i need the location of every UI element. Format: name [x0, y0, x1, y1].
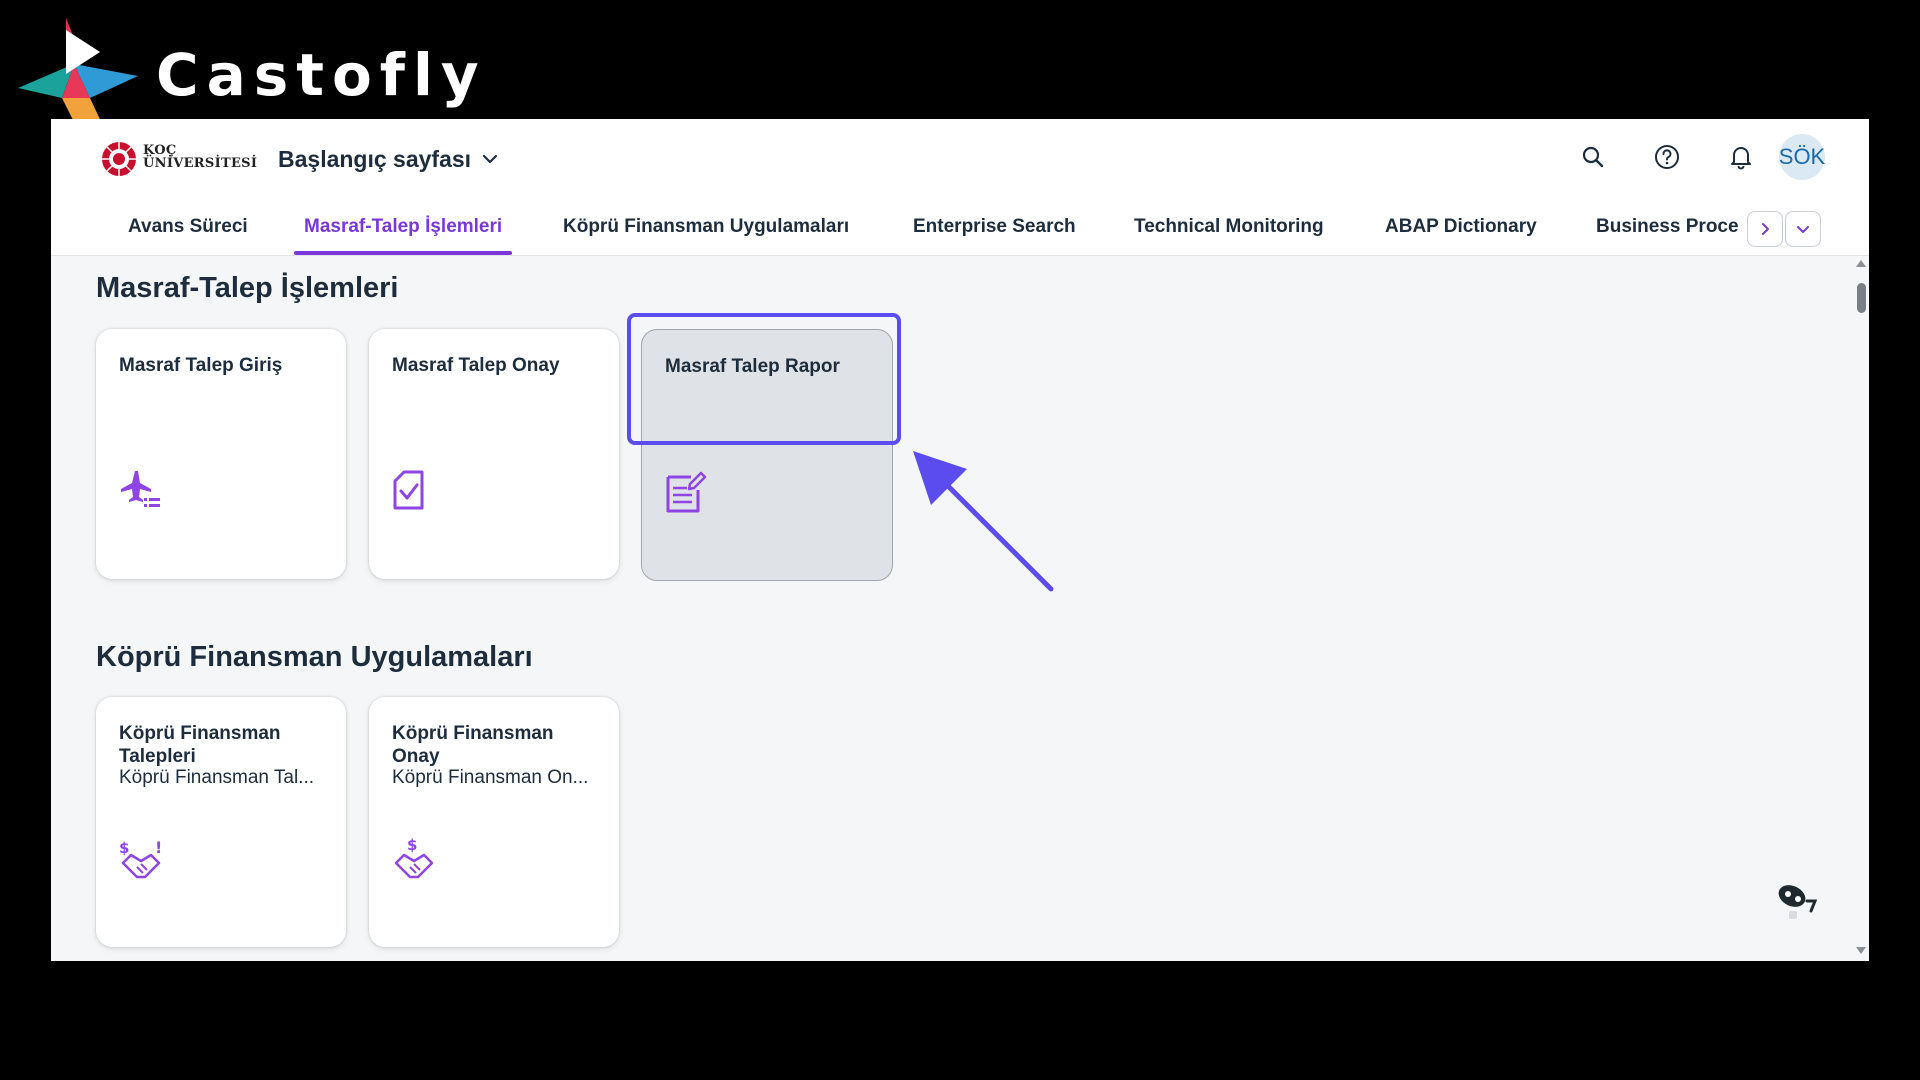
section-title-masraf: Masraf-Talep İşlemleri [96, 272, 399, 304]
svg-text:$: $ [119, 839, 129, 857]
search-button[interactable] [1569, 133, 1617, 181]
fiori-launchpad: KOÇ ÜNİVERSİTESİ Başlangıç sayfası SÖK A… [51, 119, 1869, 961]
tile-masraf-talep-onay[interactable]: Masraf Talep Onay [369, 329, 619, 579]
tab-technical-monitoring[interactable]: Technical Monitoring [1134, 199, 1324, 255]
tab-business-process[interactable]: Business Proces [1596, 199, 1738, 255]
home-page-title: Başlangıç sayfası [278, 145, 472, 172]
search-icon [1582, 146, 1604, 168]
assistant-bot-icon[interactable] [1775, 879, 1819, 923]
scroll-down-icon[interactable] [1856, 947, 1866, 954]
airplane-list-icon [121, 471, 160, 507]
tile-title: Köprü Finansman Talepleri [119, 723, 281, 767]
tab-masraf-talep-islemleri[interactable]: Masraf-Talep İşlemleri [293, 199, 513, 255]
tab-abap-dictionary[interactable]: ABAP Dictionary [1385, 199, 1537, 255]
handshake-money-icon: $ [394, 837, 434, 879]
tile-kopru-finansman-onay[interactable]: Köprü Finansman Onay Köprü Finansman On.… [369, 697, 619, 947]
chevron-right-icon [1762, 223, 1769, 235]
tab-enterprise-search[interactable]: Enterprise Search [913, 199, 1076, 255]
castofly-logo-icon [18, 18, 138, 128]
tile-subtitle: Köprü Finansman Tal... [119, 767, 315, 788]
tab-overflow-clip: Business Proces [1596, 199, 1738, 255]
tab-avans-sureci[interactable]: Avans Süreci [128, 199, 248, 255]
tab-scroll-right-button[interactable] [1747, 211, 1783, 247]
tile-title: Masraf Talep Onay [392, 355, 560, 376]
chevron-down-icon [482, 154, 498, 164]
koc-logo-line2: ÜNİVERSİTESİ [143, 156, 258, 171]
user-avatar[interactable]: SÖK [1779, 134, 1825, 180]
bell-icon [1731, 147, 1751, 170]
koc-logo-text: KOÇ ÜNİVERSİTESİ [143, 144, 257, 170]
tile-title: Köprü Finansman Onay [392, 723, 554, 767]
help-icon [1655, 145, 1679, 169]
castofly-wordmark: Castofly [156, 41, 487, 109]
chevron-down-icon [1797, 226, 1809, 233]
notifications-button[interactable] [1717, 133, 1765, 181]
tile-kopru-finansman-talepleri[interactable]: Köprü Finansman Talepleri Köprü Finansma… [96, 697, 346, 947]
handshake-money-alert-icon: $ ! [119, 838, 162, 879]
tile-masraf-talep-giris[interactable]: Masraf Talep Giriş [96, 329, 346, 579]
tab-kopru-finansman[interactable]: Köprü Finansman Uygulamaları [563, 199, 849, 255]
home-page-menu[interactable]: Başlangıç sayfası [278, 139, 499, 179]
castofly-brand: Castofly [18, 18, 479, 130]
koc-university-logo[interactable]: KOÇ ÜNİVERSİTESİ [101, 141, 257, 177]
svg-text:$: $ [407, 837, 417, 854]
tab-bar: Avans Süreci Masraf-Talep İşlemleri Köpr… [51, 199, 1869, 255]
vertical-scrollbar[interactable] [1853, 255, 1869, 961]
document-edit-icon [666, 471, 707, 513]
shell-bar: KOÇ ÜNİVERSİTESİ Başlangıç sayfası SÖK A… [51, 119, 1869, 256]
help-button[interactable] [1643, 133, 1691, 181]
shell-actions: SÖK [1543, 133, 1825, 181]
tile-title: Masraf Talep Giriş [119, 355, 283, 376]
annotation-highlight-box [627, 313, 901, 445]
tab-overflow-menu-button[interactable] [1785, 211, 1821, 247]
tile-subtitle: Köprü Finansman On... [392, 767, 589, 788]
section-title-kopru: Köprü Finansman Uygulamaları [96, 641, 533, 673]
koc-emblem-icon [102, 142, 136, 176]
scroll-up-icon[interactable] [1856, 260, 1866, 267]
svg-text:!: ! [155, 838, 162, 857]
document-check-icon [393, 470, 424, 510]
annotation-arrow-icon [913, 451, 1054, 592]
scrollbar-thumb[interactable] [1857, 283, 1866, 313]
